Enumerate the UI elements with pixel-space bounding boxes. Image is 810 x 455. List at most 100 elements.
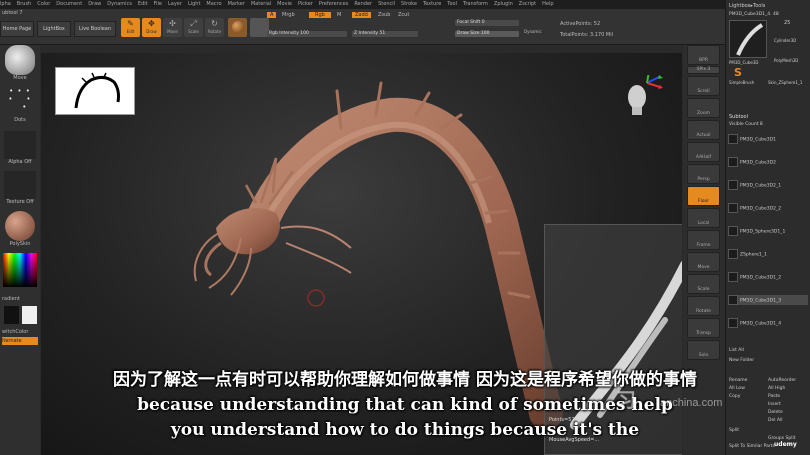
menu-item[interactable]: Draw bbox=[88, 0, 101, 9]
menu-item[interactable]: Color bbox=[37, 0, 50, 9]
subtool-label: PM3D_Cube3D2_2 bbox=[740, 206, 782, 212]
subtool-row[interactable]: PM3D_Cube3D1 bbox=[728, 134, 808, 144]
zcut-toggle[interactable]: Zcut bbox=[398, 12, 409, 18]
material-sphere-button[interactable] bbox=[228, 18, 247, 37]
subtool-label: ZSphere1_1 bbox=[740, 252, 767, 258]
focal-shift-slider[interactable]: Focal Shift 0 bbox=[455, 20, 519, 26]
subtool-label: PM3D_Cube3D1 bbox=[740, 137, 776, 143]
scale-view-button[interactable]: Scale bbox=[687, 274, 720, 294]
live-boolean-button[interactable]: Live Boolean bbox=[74, 21, 116, 37]
tool-item-2[interactable]: PolyMesh3D bbox=[774, 58, 798, 63]
menu-item[interactable]: Dynamics bbox=[107, 0, 132, 9]
alpha-off-button[interactable]: Alpha Off bbox=[2, 131, 38, 169]
menu-item[interactable]: Light bbox=[188, 0, 200, 9]
persp-button[interactable]: Persp bbox=[687, 164, 720, 184]
subtool-row[interactable]: PM3D_Cube3D1_4 bbox=[728, 318, 808, 328]
menu-item[interactable]: Help bbox=[542, 0, 553, 9]
zoom-button[interactable]: Zoom bbox=[687, 98, 720, 118]
local-button[interactable]: Local bbox=[687, 208, 720, 228]
subtool-row[interactable]: PM3D_Cube3D1_2 bbox=[728, 272, 808, 282]
lightbox-button[interactable]: LightBox bbox=[37, 21, 71, 37]
menu-item[interactable]: Document bbox=[56, 0, 82, 9]
tool-item-0[interactable]: PM3D_Cube3D bbox=[729, 60, 758, 65]
menu-item[interactable]: Edit bbox=[138, 0, 148, 9]
color-picker-swatch[interactable] bbox=[3, 253, 37, 287]
tool-item-3[interactable]: SimpleBrush bbox=[729, 80, 754, 85]
stroke-dots-button[interactable]: • • • • • • Dots bbox=[2, 87, 38, 127]
main-secondary-colors[interactable] bbox=[2, 306, 38, 326]
menu-item[interactable]: Brush bbox=[17, 0, 31, 9]
material-polyskin-button[interactable]: PolySkin bbox=[2, 211, 38, 251]
menu-item[interactable]: Render bbox=[354, 0, 372, 9]
tool-item-1[interactable]: Cylinder3D bbox=[774, 38, 796, 43]
move-button[interactable]: ✣ Move bbox=[163, 18, 182, 37]
menu-item[interactable]: Transform bbox=[463, 0, 488, 9]
frame-button[interactable]: Frame bbox=[687, 230, 720, 250]
actual-button[interactable]: Actual bbox=[687, 120, 720, 140]
solo-button[interactable]: Solo bbox=[687, 340, 720, 360]
aahalf-button[interactable]: AAHalf bbox=[687, 142, 720, 162]
z-intensity-slider[interactable]: Z Intensity 51 bbox=[352, 31, 418, 37]
menu-bar: lpha Brush Color Document Draw Dynamics Edit Fi… bbox=[0, 0, 725, 9]
menu-item[interactable]: Texture bbox=[423, 0, 441, 9]
menu-item[interactable]: File bbox=[154, 0, 162, 9]
rgb-toggle[interactable]: Rgb bbox=[309, 12, 331, 18]
subtool-header[interactable]: Subtool bbox=[729, 114, 748, 120]
subtool-row[interactable]: PM3D_Cube3D2 bbox=[728, 157, 808, 167]
dynamic-toggle[interactable]: Dynamic bbox=[524, 29, 542, 34]
scale-button[interactable]: ⤢ Scale bbox=[184, 18, 203, 37]
menu-item[interactable]: lpha bbox=[0, 0, 11, 9]
menu-item[interactable]: Tool bbox=[447, 0, 457, 9]
menu-item[interactable]: Zplugin bbox=[494, 0, 513, 9]
subtool-row[interactable]: PM3D_Cube3D2_1 bbox=[728, 180, 808, 190]
mrgb-toggle[interactable]: Mrgb bbox=[282, 12, 295, 18]
home-page-button[interactable]: Home Page bbox=[0, 21, 34, 37]
visible-count-slider[interactable]: Visible Count 8 bbox=[729, 122, 763, 127]
menu-item[interactable]: Movie bbox=[277, 0, 292, 9]
edit-button[interactable]: ✎ Edit bbox=[121, 18, 140, 37]
menu-item[interactable]: Stencil bbox=[378, 0, 395, 9]
list-all-button[interactable]: List All bbox=[729, 348, 744, 353]
brush-move-button[interactable]: Move bbox=[2, 45, 38, 83]
rgb-intensity-slider[interactable]: Rgb Intensity 100 bbox=[267, 31, 347, 37]
transp-button[interactable]: Transp bbox=[687, 318, 720, 338]
tool-thumbnail-main[interactable] bbox=[729, 20, 767, 58]
switch-color-label[interactable]: witchColor bbox=[2, 329, 38, 335]
floor-button[interactable]: Floor bbox=[687, 186, 720, 206]
spix-slider[interactable]: SPix 3 bbox=[687, 66, 720, 74]
subtool-row[interactable]: PM3D_Cube3D2_2 bbox=[728, 203, 808, 213]
zsub-toggle[interactable]: Zsub bbox=[378, 12, 390, 18]
subtool-row[interactable]: PM3D_Sphere3D1_1 bbox=[728, 226, 808, 236]
subtool-row[interactable]: ZSphere1_1 bbox=[728, 249, 808, 259]
scroll-button[interactable]: Scroll bbox=[687, 76, 720, 96]
alternate-button[interactable]: lternate bbox=[2, 337, 38, 345]
menu-item[interactable]: Marker bbox=[228, 0, 245, 9]
zadd-toggle[interactable]: Zadd bbox=[352, 12, 371, 18]
menu-item[interactable]: Layer bbox=[168, 0, 182, 9]
menu-item[interactable]: Zscript bbox=[519, 0, 536, 9]
secondary-color-swatch[interactable] bbox=[21, 306, 37, 324]
bpr-button[interactable]: BPR bbox=[687, 45, 720, 65]
split-similar-button[interactable]: Split To Similar Parts bbox=[729, 444, 775, 449]
tool-item-4[interactable]: Skin_ZSphere1_1 bbox=[768, 80, 802, 85]
menu-item[interactable]: Stroke bbox=[401, 0, 417, 9]
move-view-button[interactable]: Move bbox=[687, 252, 720, 272]
texture-off-button[interactable]: Texture Off bbox=[2, 171, 38, 209]
new-folder-button[interactable]: New Folder bbox=[729, 358, 754, 363]
menu-item[interactable]: Macro bbox=[206, 0, 221, 9]
menu-item[interactable]: Preferences bbox=[319, 0, 348, 9]
menu-item[interactable]: Material bbox=[251, 0, 271, 9]
draw-button[interactable]: ✥ Draw bbox=[142, 18, 161, 37]
lightbox-tools-header[interactable]: Lightbox▸Tools bbox=[729, 3, 765, 9]
primary-color-swatch[interactable] bbox=[3, 306, 19, 324]
a-toggle[interactable]: A bbox=[267, 12, 277, 18]
rotate-view-button[interactable]: Rotate bbox=[687, 296, 720, 316]
m-toggle[interactable]: M bbox=[337, 12, 341, 18]
draw-size-slider[interactable]: Draw Size 100 bbox=[455, 31, 519, 37]
color-picker[interactable] bbox=[2, 253, 38, 289]
subtool-thumbnail-icon bbox=[728, 226, 738, 236]
active-points-readout: ActivePoints: 52 bbox=[560, 21, 601, 27]
rotate-button[interactable]: ↻ Rotate bbox=[205, 18, 224, 37]
menu-item[interactable]: Picker bbox=[298, 0, 313, 9]
subtool-row[interactable]: PM3D_Cube3D1_3 bbox=[728, 295, 808, 305]
